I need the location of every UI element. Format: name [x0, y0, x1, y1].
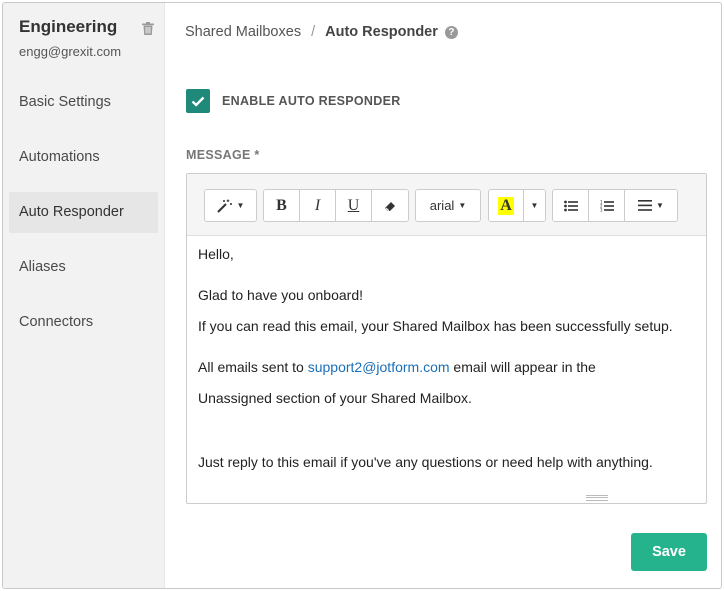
enable-auto-responder-row: ENABLE AUTO RESPONDER [186, 89, 401, 113]
magic-style-button[interactable]: ▼ [205, 190, 256, 221]
sidebar-item-automations[interactable]: Automations [9, 137, 158, 178]
numbered-list-icon: 1 2 3 [600, 200, 614, 212]
message-line: Unassigned section of your Shared Mailbo… [198, 390, 472, 406]
message-line: Just reply to this email if you've any q… [198, 454, 653, 470]
italic-button[interactable]: I [300, 190, 336, 221]
message-line: Hello, [198, 246, 234, 262]
format-group: B I U [263, 189, 409, 222]
message-line: Glad to have you onboard! [198, 287, 364, 303]
sidebar-item-connectors[interactable]: Connectors [9, 302, 158, 343]
mailbox-header: Engineering engg@grexit.com [19, 17, 156, 59]
sidebar-item-basic-settings[interactable]: Basic Settings [9, 82, 158, 123]
align-button[interactable]: ▼ [625, 190, 677, 221]
message-label: MESSAGE * [186, 148, 260, 162]
highlight-color-dropdown[interactable]: ▼ [524, 190, 545, 221]
save-button[interactable]: Save [631, 533, 707, 571]
page-title: Auto Responder [325, 24, 438, 40]
mailbox-name: Engineering [19, 17, 118, 36]
breadcrumb: Shared Mailboxes / Auto Responder ? [185, 24, 458, 40]
message-editor: ▼ B I U arial ▼ A ▼ 1 2 3 ▼ Hello, Glad … [186, 173, 707, 504]
bullet-list-button[interactable] [553, 190, 589, 221]
sidebar-item-aliases[interactable]: Aliases [9, 247, 158, 288]
svg-text:3: 3 [600, 207, 603, 212]
checkmark-icon [191, 96, 205, 107]
style-group: ▼ [204, 189, 257, 222]
eraser-icon [385, 201, 395, 211]
mailbox-email: engg@grexit.com [19, 44, 122, 59]
breadcrumb-parent[interactable]: Shared Mailboxes [185, 24, 301, 40]
sidebar-nav: Basic Settings Automations Auto Responde… [9, 82, 158, 357]
main-panel: Shared Mailboxes / Auto Responder ? ENAB… [165, 3, 721, 588]
editor-resize-handle[interactable] [586, 495, 608, 501]
bullet-list-icon [563, 200, 578, 211]
clear-format-button[interactable] [372, 190, 408, 221]
highlight-color-button[interactable]: A [489, 190, 524, 221]
message-text: All emails sent to [198, 359, 308, 375]
align-left-icon [638, 200, 653, 211]
highlight-icon: A [498, 196, 514, 215]
email-link[interactable]: support2@jotform.com [308, 359, 450, 375]
paragraph-group: 1 2 3 ▼ [552, 189, 678, 222]
underline-button[interactable]: U [336, 190, 372, 221]
message-text: email will appear in the [449, 359, 596, 375]
font-family-select[interactable]: arial ▼ [416, 190, 480, 221]
highlight-group: A ▼ [488, 189, 546, 222]
numbered-list-button[interactable]: 1 2 3 [589, 190, 625, 221]
sidebar: Engineering engg@grexit.com Basic Settin… [3, 3, 165, 588]
trash-icon[interactable] [142, 22, 154, 35]
chevron-down-icon: ▼ [656, 201, 664, 210]
message-line: If you can read this email, your Shared … [198, 318, 673, 334]
font-family-value: arial [429, 198, 455, 213]
chevron-down-icon: ▼ [458, 201, 467, 210]
app-window: Engineering engg@grexit.com Basic Settin… [2, 2, 722, 589]
breadcrumb-separator: / [311, 24, 316, 40]
magic-wand-icon [216, 199, 232, 213]
chevron-down-icon: ▼ [236, 201, 245, 210]
editor-toolbar: ▼ B I U arial ▼ A ▼ 1 2 3 ▼ [187, 174, 706, 236]
font-group: arial ▼ [415, 189, 481, 222]
message-line: All emails sent to support2@jotform.com … [198, 359, 696, 375]
sidebar-item-auto-responder[interactable]: Auto Responder [9, 192, 158, 233]
enable-auto-responder-checkbox[interactable] [186, 89, 210, 113]
chevron-down-icon: ▼ [530, 201, 539, 210]
enable-auto-responder-label: ENABLE AUTO RESPONDER [222, 94, 401, 108]
message-body[interactable]: Hello, Glad to have you onboard! If you … [198, 246, 696, 470]
bold-button[interactable]: B [264, 190, 300, 221]
help-icon[interactable]: ? [444, 25, 458, 39]
